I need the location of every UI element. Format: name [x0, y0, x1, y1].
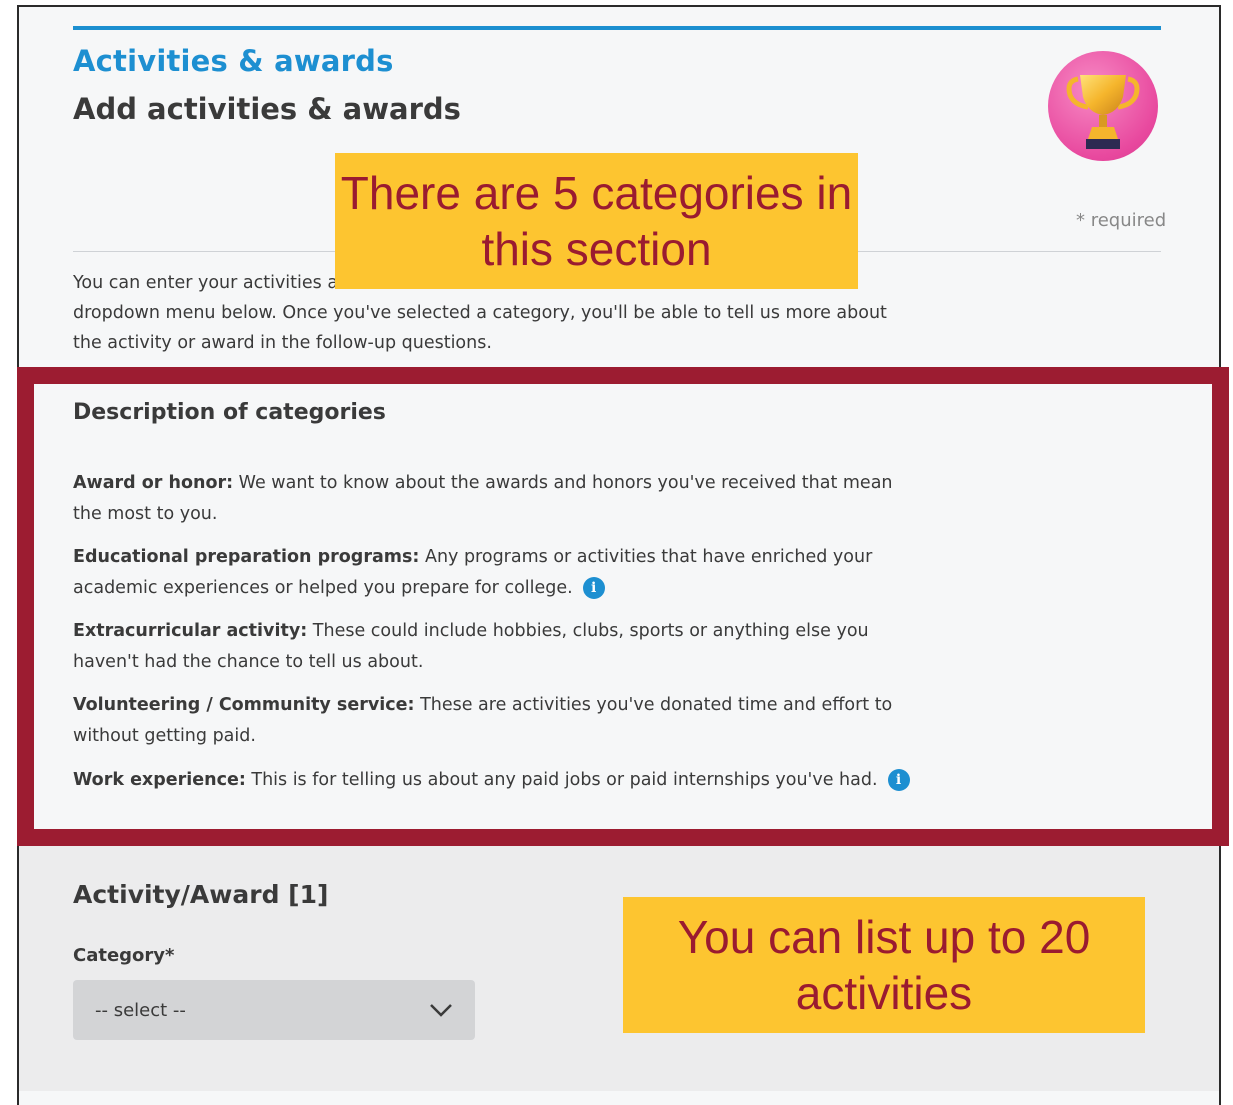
required-note: * required: [1076, 210, 1167, 231]
page-title: Add activities & awards: [73, 92, 461, 126]
category-label: Category*: [73, 945, 175, 966]
info-icon[interactable]: i: [582, 577, 605, 599]
category-text: This is for telling us about any paid jo…: [245, 770, 878, 790]
chevron-down-icon: [430, 1004, 452, 1017]
callout-categories: There are 5 categories in this section: [335, 153, 858, 289]
section-kicker: Activities & awards: [73, 44, 394, 78]
category-name: Volunteering / Community service:: [73, 695, 415, 715]
trophy-icon: [1048, 51, 1158, 161]
activity-title: Activity/Award [1]: [73, 880, 329, 909]
callout-activities: You can list up to 20 activities: [623, 897, 1145, 1033]
description-title: Description of categories: [73, 400, 386, 425]
category-work: Work experience: This is for telling us …: [73, 765, 913, 796]
intro-text-start: You can enter your activities a: [73, 273, 339, 293]
category-award: Award or honor: We want to know about th…: [73, 468, 913, 530]
category-volunteering: Volunteering / Community service: These …: [73, 690, 913, 752]
category-name: Award or honor:: [73, 473, 234, 493]
category-select-value: -- select --: [95, 999, 186, 1021]
info-icon[interactable]: i: [887, 769, 910, 791]
category-select[interactable]: -- select --: [73, 980, 475, 1040]
category-educational: Educational preparation programs: Any pr…: [73, 542, 913, 604]
category-name: Educational preparation programs:: [73, 547, 420, 567]
category-extracurricular: Extracurricular activity: These could in…: [73, 616, 913, 678]
accent-line: [73, 26, 1161, 30]
intro-text-cont: dropdown menu below. Once you've selecte…: [73, 303, 887, 353]
category-name: Extracurricular activity:: [73, 621, 308, 641]
category-name: Work experience:: [73, 770, 246, 790]
